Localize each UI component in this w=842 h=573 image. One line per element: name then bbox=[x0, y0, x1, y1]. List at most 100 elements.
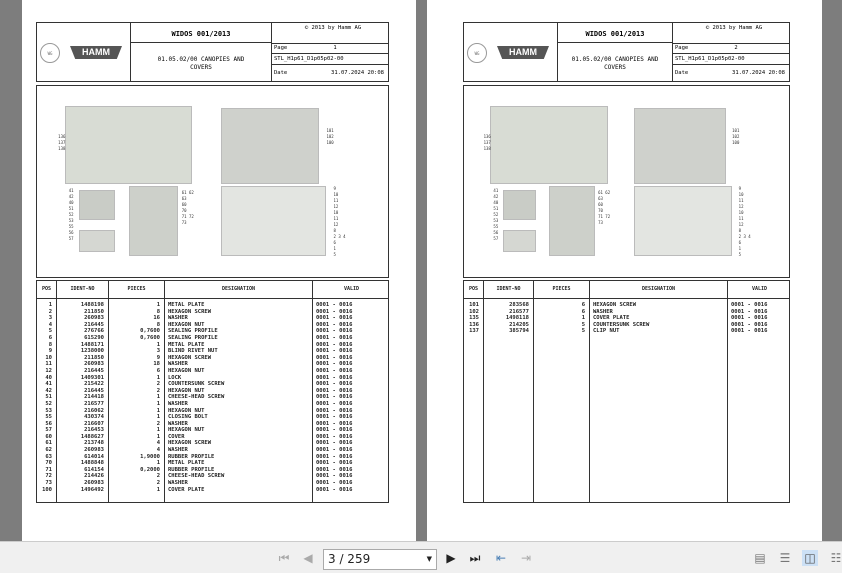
table-row: 52 216577 1 WASHER 0001 - 0016 bbox=[37, 401, 388, 408]
table-row: 40 1409301 1 LOCK 0001 - 0016 bbox=[37, 375, 388, 382]
cell-designation: HEXAGON SCREW bbox=[168, 354, 212, 361]
callout-label: 2 3 4 bbox=[738, 234, 751, 239]
cell-pieces: 8 bbox=[156, 308, 160, 315]
stl-code: STL_H1p61_D1p05p02-00 bbox=[673, 53, 789, 65]
cell-ident-no: 1488848 bbox=[80, 460, 104, 467]
cell-valid: 0001 - 0016 bbox=[316, 400, 353, 407]
cell-valid: 0001 - 0016 bbox=[316, 348, 353, 355]
cell-valid: 0001 - 0016 bbox=[316, 460, 353, 467]
table-row: 72 214426 2 CHEESE-HEAD SCREW 0001 - 0016 bbox=[37, 473, 388, 480]
cell-valid: 0001 - 0016 bbox=[316, 407, 353, 414]
parts-table: POS IDENT-NO PIECES DESIGNATION VALID 101 2835… bbox=[463, 280, 790, 503]
cell-pos: 51 bbox=[45, 394, 52, 401]
cell-pos: 101 bbox=[469, 302, 479, 308]
cell-pieces: 2 bbox=[156, 381, 160, 388]
hamm-logo: HAMM bbox=[497, 46, 549, 59]
cell-pieces: 4 bbox=[156, 440, 160, 447]
cell-designation: RUBBER PROFILE bbox=[168, 453, 215, 460]
callout-label: 8 bbox=[333, 228, 336, 233]
callout-label: 53 bbox=[68, 218, 74, 223]
page-header: WG HAMM WIDOS 001/2013 01.05.02/00 CANOPI… bbox=[463, 22, 790, 82]
cell-designation: HEXAGON NUT bbox=[168, 321, 205, 328]
cell-pieces: 1 bbox=[156, 394, 160, 401]
cell-pieces: 1 bbox=[156, 433, 160, 440]
page-number-input[interactable]: 3 / 259 ▼ bbox=[323, 549, 437, 570]
callout-label: 42 bbox=[493, 194, 499, 199]
cell-designation: LOCK bbox=[168, 374, 182, 381]
two-page-view-icon[interactable]: ◫ bbox=[802, 550, 818, 566]
cell-pos: 60 bbox=[45, 433, 52, 440]
page-value: 2 bbox=[734, 45, 738, 51]
table-row: 60 1488627 1 COVER 0001 - 0016 bbox=[37, 434, 388, 441]
table-row: 51 214418 1 CHEESE-HEAD SCREW 0001 - 0016 bbox=[37, 394, 388, 401]
cell-designation: HEXAGON SCREW bbox=[168, 308, 212, 315]
previous-page-button[interactable]: ◀ bbox=[300, 550, 316, 566]
cell-pos: 1 bbox=[48, 302, 52, 308]
cell-valid: 0001 - 0016 bbox=[316, 308, 353, 315]
continuous-view-icon[interactable]: ☰ bbox=[777, 550, 793, 566]
logo-area: WG HAMM bbox=[37, 23, 131, 81]
callout-label: 11 bbox=[738, 216, 744, 221]
first-page-button[interactable]: ⏮ bbox=[276, 550, 292, 566]
last-page-button[interactable]: ⏭ bbox=[467, 550, 483, 566]
date-label: Date bbox=[675, 70, 689, 76]
table-row: 41 215422 2 COUNTERSUNK SCREW 0001 - 0016 bbox=[37, 381, 388, 388]
cell-ident-no: 215422 bbox=[84, 381, 104, 388]
chevron-down-icon[interactable]: ▼ bbox=[427, 550, 432, 569]
figure-cab-right bbox=[634, 108, 726, 184]
cell-valid: 0001 - 0016 bbox=[316, 302, 353, 308]
callout-label: 12 bbox=[738, 222, 744, 227]
cell-pieces: 2 bbox=[156, 420, 160, 427]
callout-label: 137 bbox=[483, 140, 491, 145]
cell-pos: 63 bbox=[45, 453, 52, 460]
section-line-2: COVERS bbox=[604, 64, 626, 71]
callout-label: 5 bbox=[333, 252, 336, 257]
callout-label: 102 bbox=[732, 134, 740, 139]
table-row: 136 214205 5 COUNTERSUNK SCREW 0001 - 0016 bbox=[464, 322, 789, 329]
cell-designation: HEXAGON NUT bbox=[168, 427, 205, 434]
callout-label: 61 62 bbox=[598, 190, 611, 195]
cell-designation: SEALING PROFILE bbox=[168, 328, 218, 335]
back-view-icon[interactable]: ⇤ bbox=[493, 550, 509, 566]
cell-pieces: 0,2000 bbox=[140, 466, 160, 473]
cell-pieces: 0,7600 bbox=[140, 334, 160, 341]
table-row: 12 216445 6 HEXAGON NUT 0001 - 0016 bbox=[37, 368, 388, 375]
cell-pieces: 1 bbox=[156, 302, 160, 308]
forward-view-icon[interactable]: ⇥ bbox=[518, 550, 534, 566]
cell-designation: COVER PLATE bbox=[168, 486, 205, 493]
cell-valid: 0001 - 0016 bbox=[316, 387, 353, 394]
callout-label: 42 bbox=[68, 194, 74, 199]
two-page-continuous-view-icon[interactable]: ☷ bbox=[828, 550, 842, 566]
callout-label: 56 bbox=[493, 230, 499, 235]
cell-ident-no: 211850 bbox=[84, 308, 104, 315]
document-title: WIDOS 001/2013 bbox=[131, 23, 271, 43]
cell-pos: 6 bbox=[48, 334, 52, 341]
cell-valid: 0001 - 0016 bbox=[316, 328, 353, 335]
callout-label: 12 bbox=[333, 222, 339, 227]
figure-roof bbox=[220, 186, 327, 256]
cell-pos: 4 bbox=[48, 321, 52, 328]
cell-designation: CHEESE-HEAD SCREW bbox=[168, 394, 225, 401]
cell-pieces: 2 bbox=[156, 480, 160, 487]
cell-valid: 0001 - 0016 bbox=[316, 361, 353, 368]
cell-pos: 2 bbox=[48, 308, 52, 315]
cell-pos: 5 bbox=[48, 328, 52, 335]
cell-ident-no: 615290 bbox=[84, 334, 104, 341]
cell-pieces: 1 bbox=[156, 414, 160, 421]
single-page-view-icon[interactable]: ▤ bbox=[752, 550, 768, 566]
callout-label: 55 bbox=[68, 224, 74, 229]
table-row: 101 283568 6 HEXAGON SCREW 0001 - 0016 bbox=[464, 302, 789, 309]
next-page-button[interactable]: ▶ bbox=[443, 550, 459, 566]
cell-pos: 102 bbox=[469, 308, 479, 315]
page-number-value: 3 / 259 bbox=[328, 552, 371, 566]
table-row: 73 260983 2 WASHER 0001 - 0016 bbox=[37, 480, 388, 487]
cell-pieces: 6 bbox=[581, 302, 585, 308]
table-row: 9 1238000 3 BLIND RIVET NUT 0001 - 0016 bbox=[37, 348, 388, 355]
cell-ident-no: 216577 bbox=[84, 400, 104, 407]
callout-label: 1 bbox=[738, 246, 742, 251]
cell-ident-no: 1498118 bbox=[505, 315, 529, 322]
cell-pieces: 1,9000 bbox=[140, 453, 160, 460]
cell-ident-no: 216607 bbox=[84, 420, 104, 427]
cell-ident-no: 283568 bbox=[509, 302, 529, 308]
callout-label: 101 bbox=[732, 128, 740, 133]
